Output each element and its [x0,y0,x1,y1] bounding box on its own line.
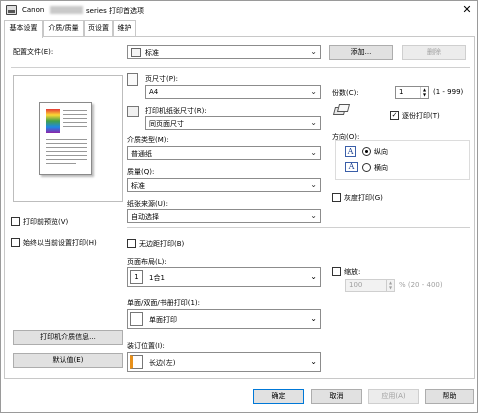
profile-select[interactable]: 标准 ⌄ [127,45,321,59]
grayscale-label: 灰度打印(G) [344,194,383,202]
delete-profile-button[interactable]: 删除 [402,45,466,60]
copies-range: (1 - 999) [433,88,464,96]
printer-paper-size-label: 打印机纸张尺寸(R): [145,107,207,115]
chevron-down-icon: ⌄ [310,272,317,281]
divider [127,227,470,228]
portrait-radio[interactable] [362,147,371,156]
chevron-down-icon: ⌄ [310,118,317,127]
scaling-label: 缩放: [344,268,361,276]
portrait-icon: A [345,146,356,157]
collate-icon [332,104,351,116]
preview-image [46,109,60,133]
printer-app-icon [6,5,17,15]
duplex-label: 单面/双面/书册打印(1): [127,299,200,307]
quality-label: 质量(Q): [127,168,155,176]
paper-source-value: 自动选择 [131,213,159,221]
cancel-button[interactable]: 取消 [311,389,362,404]
preview-before-print-checkbox[interactable] [11,217,20,226]
copies-label: 份数(C): [332,89,359,97]
printing-preferences-window: Canon series 打印首选项 ✕ 基本设置 介质/质量 页设置 维护 配… [0,0,478,413]
basic-settings-panel: 配置文件(E): 标准 ⌄ 添加... 删除 打印前预览(V) 始终以当前设置打… [4,36,475,379]
page-size-icon [127,73,138,86]
tab-media-quality[interactable]: 介质/质量 [43,20,84,37]
portrait-label: 纵向 [374,148,388,156]
quality-select[interactable]: 标准 ⌄ [127,178,321,192]
copies-stepper[interactable]: 1 ▲ ▼ [395,86,429,99]
staple-left-icon [130,355,143,369]
duplex-value: 单面打印 [149,316,177,324]
collate-label: 逐份打印(T) [402,112,440,120]
landscape-radio[interactable] [362,163,371,172]
duplex-select[interactable]: 单面打印 ⌄ [127,309,321,329]
paper-source-label: 纸张来源(U): [127,200,168,208]
tab-maintenance[interactable]: 维护 [113,20,136,37]
print-preview [13,75,123,202]
quality-value: 标准 [131,182,145,190]
borderless-checkbox[interactable] [127,239,136,248]
single-sided-icon [130,312,143,326]
media-type-select[interactable]: 普通纸 ⌄ [127,146,321,160]
chevron-down-icon: ⌄ [310,47,317,56]
defaults-button[interactable]: 默认值(E) [13,353,123,368]
paper-source-select[interactable]: 自动选择 ⌄ [127,209,321,223]
chevron-down-icon: ⌄ [310,314,317,323]
add-profile-button[interactable]: 添加... [329,45,393,60]
spin-arrows-icon[interactable]: ▲ ▼ [420,87,428,98]
spin-arrows-icon[interactable]: ▲ ▼ [386,280,394,291]
scaling-checkbox[interactable] [332,267,341,276]
tab-page-setup[interactable]: 页设置 [84,20,113,37]
page-layout-value: 1合1 [149,274,165,282]
apply-button[interactable]: 应用(A) [368,389,419,404]
collate-checkbox[interactable]: ✓ [390,111,399,120]
window-title-suffix: series 打印首选项 [86,7,144,15]
landscape-label: 横向 [374,164,388,172]
printer-paper-size-value: 同页面尺寸 [149,120,184,128]
media-type-value: 普通纸 [131,150,152,158]
profile-label: 配置文件(E): [13,48,54,56]
page-size-select[interactable]: A4 ⌄ [145,85,321,99]
chevron-down-icon: ⌄ [310,211,317,220]
page-size-label: 页尺寸(P): [145,75,179,83]
borderless-label: 无边距打印(B) [139,240,185,248]
page-size-value: A4 [149,88,159,96]
media-type-label: 介质类型(M): [127,136,169,144]
scaling-value: 100 [349,281,363,289]
copies-value: 1 [399,88,404,96]
printer-paper-size-select[interactable]: 同页面尺寸 ⌄ [145,116,321,130]
stapling-label: 装订位置(I): [127,342,165,350]
always-print-current-checkbox[interactable] [11,238,20,247]
preview-before-print-label: 打印前预览(V) [23,218,69,226]
scaling-range: % (20 - 400) [399,281,443,289]
page-layout-icon: 1 [130,270,143,284]
always-print-current-label: 始终以当前设置打印(H) [23,239,97,247]
chevron-down-icon: ⌄ [310,87,317,96]
close-icon[interactable]: ✕ [460,3,474,17]
profile-icon [131,48,141,57]
window-title-prefix: Canon [22,6,45,14]
printer-paper-size-icon [127,106,139,117]
ok-button[interactable]: 确定 [253,389,304,404]
grayscale-checkbox[interactable] [332,193,341,202]
chevron-down-icon: ⌄ [310,357,317,366]
stapling-select[interactable]: 长边(左) ⌄ [127,352,321,372]
landscape-icon: A [345,162,358,172]
stapling-value: 长边(左) [149,359,176,367]
chevron-down-icon: ⌄ [310,148,317,157]
chevron-down-icon: ⌄ [310,180,317,189]
divider [11,67,470,68]
tab-basic-settings[interactable]: 基本设置 [4,20,43,38]
title-bar: Canon series 打印首选项 ✕ [1,1,477,20]
preview-paper [39,102,92,175]
redacted-model-name [50,6,83,14]
help-button[interactable]: 帮助 [425,389,474,404]
scaling-stepper[interactable]: 100 ▲ ▼ [345,279,395,292]
page-layout-select[interactable]: 1 1合1 ⌄ [127,267,321,287]
page-layout-label: 页面布局(L): [127,258,167,266]
profile-value: 标准 [145,49,159,57]
printer-media-info-button[interactable]: 打印机介质信息... [13,330,123,345]
